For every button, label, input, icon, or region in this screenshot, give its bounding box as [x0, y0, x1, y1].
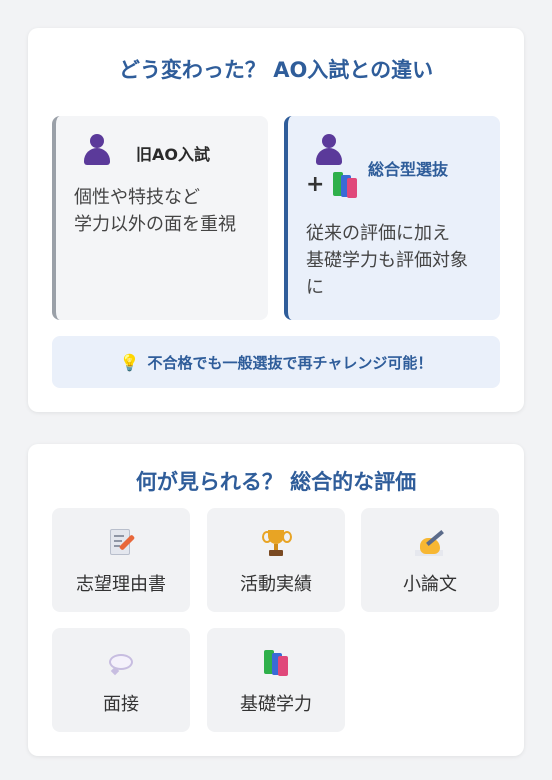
- old-ao-text-line1: 個性や特技など: [74, 187, 200, 208]
- plus-sign: +: [306, 172, 325, 197]
- item-label: 面接: [103, 694, 139, 715]
- section-title: どう変わった？ AO入試との違い: [118, 58, 434, 82]
- item-activity-record: 活動実績: [207, 508, 345, 612]
- general-selection-box: + 総合型選抜 従来の評価に加え 基礎学力も評価対象 に: [284, 116, 500, 320]
- section-title: 何が見られる？ 総合的な評価: [135, 470, 417, 494]
- books-icon: [263, 650, 293, 680]
- item-label: 志望理由書: [76, 574, 166, 595]
- new-text-line2: 基礎学力も評価対象: [306, 250, 468, 271]
- trophy-icon: [261, 528, 292, 558]
- old-ao-heading: 旧AO入試: [136, 145, 210, 164]
- books-icon: [332, 172, 358, 198]
- person-icon: [314, 134, 344, 166]
- item-label: 活動実績: [240, 574, 312, 595]
- new-text-line1: 従来の評価に加え: [306, 223, 450, 244]
- speech-bubble-icon: [106, 648, 136, 678]
- comparison-card: どう変わった？ AO入試との違い 旧AO入試 個性や特技など 学力以外の面を重視…: [28, 28, 524, 412]
- evaluation-card: 何が見られる？ 総合的な評価 志望理由書 活動実績 小論文 面接 基礎学力: [28, 444, 524, 756]
- item-label: 基礎学力: [240, 694, 312, 715]
- tip-text: 不合格でも一般選抜で再チャレンジ可能！: [147, 353, 433, 372]
- memo-icon: [106, 528, 136, 558]
- general-selection-heading: 総合型選抜: [368, 160, 449, 179]
- item-basic-academic-ability: 基礎学力: [207, 628, 345, 732]
- old-ao-text-line2: 学力以外の面を重視: [74, 214, 236, 235]
- item-statement-of-purpose: 志望理由書: [52, 508, 190, 612]
- old-ao-box: 旧AO入試 個性や特技など 学力以外の面を重視: [52, 116, 268, 320]
- person-icon: [82, 134, 112, 166]
- item-short-essay: 小論文: [361, 508, 499, 612]
- tip-banner: 💡 不合格でも一般選抜で再チャレンジ可能！: [52, 336, 500, 388]
- item-label: 小論文: [403, 574, 457, 595]
- writing-hand-icon: [415, 528, 445, 558]
- item-interview: 面接: [52, 628, 190, 732]
- lightbulb-icon: 💡: [119, 352, 140, 372]
- new-text-line3: に: [306, 277, 324, 298]
